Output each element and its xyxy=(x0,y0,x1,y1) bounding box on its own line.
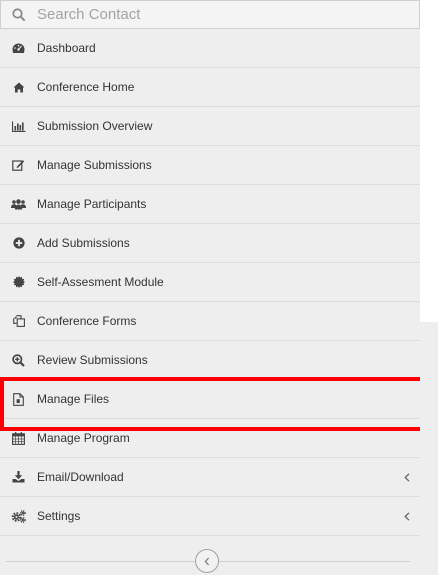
sidebar-item-dashboard[interactable]: Dashboard xyxy=(0,29,420,68)
sidebar-item-conference-forms[interactable]: Conference Forms xyxy=(0,302,420,341)
sidebar-item-label: Dashboard xyxy=(37,41,96,55)
sidebar-menu: Dashboard Conference Home Submission Ove… xyxy=(0,29,436,536)
copy-icon xyxy=(0,315,37,327)
edit-icon xyxy=(0,159,37,171)
users-icon xyxy=(0,198,37,210)
sidebar-item-settings[interactable]: Settings xyxy=(0,497,420,536)
sidebar-item-manage-files[interactable]: Manage Files xyxy=(0,377,436,431)
plus-circle-icon xyxy=(0,237,37,249)
calendar-icon xyxy=(0,431,37,445)
sidebar-item-label: Submission Overview xyxy=(37,119,153,133)
sidebar-item-self-assesment-module[interactable]: Self-Assesment Module xyxy=(0,263,420,302)
certificate-icon xyxy=(0,276,37,288)
file-icon xyxy=(0,392,37,406)
sidebar-item-manage-submissions[interactable]: Manage Submissions xyxy=(0,146,420,185)
sidebar-item-label: Email/Download xyxy=(37,470,124,484)
sidebar-item-submission-overview[interactable]: Submission Overview xyxy=(0,107,420,146)
sidebar-item-add-submissions[interactable]: Add Submissions xyxy=(0,224,420,263)
chevron-left-icon xyxy=(204,557,210,566)
sidebar-item-manage-participants[interactable]: Manage Participants xyxy=(0,185,420,224)
sidebar-item-label: Self-Assesment Module xyxy=(37,275,164,289)
sidebar-item-label: Manage Participants xyxy=(37,197,147,211)
gears-icon xyxy=(0,509,37,523)
search-input[interactable]: Search Contact xyxy=(37,6,140,23)
chevron-left-icon[interactable] xyxy=(404,497,410,536)
sidebar-item-manage-program[interactable]: Manage Program xyxy=(0,419,420,458)
sidebar-item-label: Add Submissions xyxy=(37,236,130,250)
sidebar-item-label: Settings xyxy=(37,509,81,523)
sidebar-item-label: Conference Home xyxy=(37,80,135,94)
divider xyxy=(6,561,195,562)
sidebar-item-label: Manage Files xyxy=(37,392,110,406)
download-icon xyxy=(0,471,37,483)
page-background xyxy=(420,322,438,575)
sidebar-item-label: Manage Submissions xyxy=(37,158,152,172)
sidebar-item-label: Conference Forms xyxy=(37,314,137,328)
home-icon xyxy=(0,82,37,93)
sidebar-collapse-button[interactable] xyxy=(195,549,219,573)
sidebar-item-label: Manage Program xyxy=(37,431,130,445)
sidebar: Search Contact Dashboard Conference Home… xyxy=(0,0,436,575)
sidebar-item-label: Review Submissions xyxy=(37,353,148,367)
chevron-left-icon[interactable] xyxy=(404,458,410,497)
divider xyxy=(219,561,410,562)
search-icon xyxy=(1,7,37,22)
search-bar[interactable]: Search Contact xyxy=(0,0,420,29)
sidebar-item-email-download[interactable]: Email/Download xyxy=(0,458,420,497)
sidebar-collapse-bar xyxy=(0,548,420,575)
search-plus-icon xyxy=(0,353,37,367)
dashboard-icon xyxy=(0,43,37,54)
sidebar-item-conference-home[interactable]: Conference Home xyxy=(0,68,420,107)
bar-chart-icon xyxy=(0,121,37,132)
sidebar-item-review-submissions[interactable]: Review Submissions xyxy=(0,341,420,380)
